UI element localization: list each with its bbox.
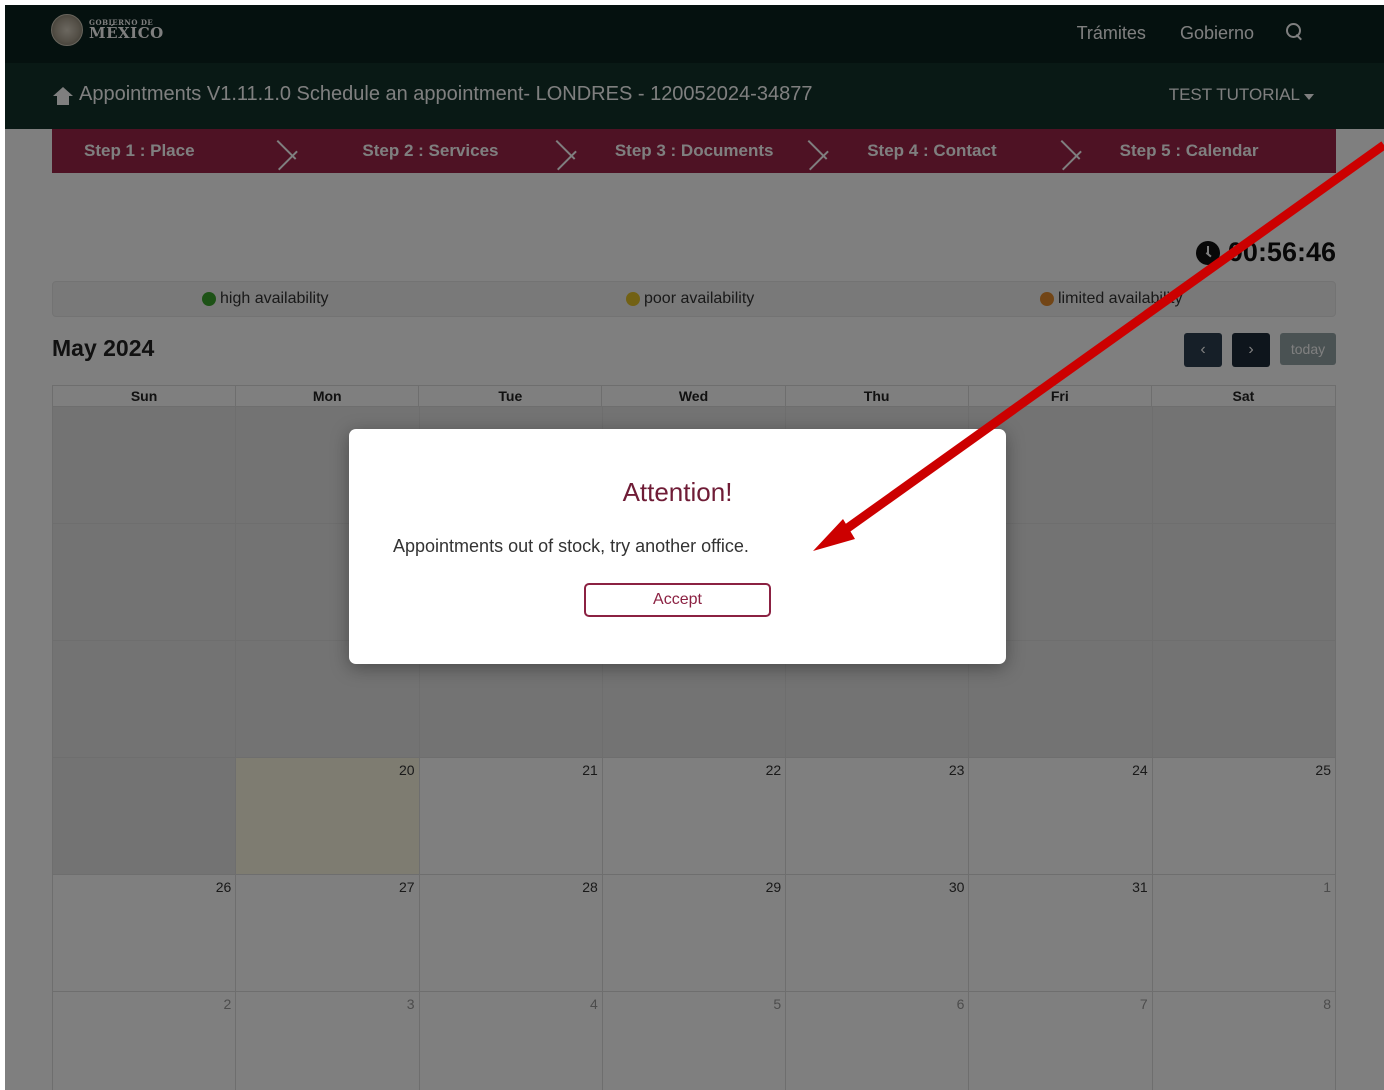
dialog-title: Attention! [622,477,733,507]
accept-button[interactable]: Accept [584,583,771,617]
app-frame: GOBIERNO DE MÉXICO Trámites Gobierno App… [5,5,1384,1090]
dialog-message: Appointments out of stock, try another o… [393,536,749,556]
attention-dialog: Attention! Appointments out of stock, tr… [349,429,1006,664]
